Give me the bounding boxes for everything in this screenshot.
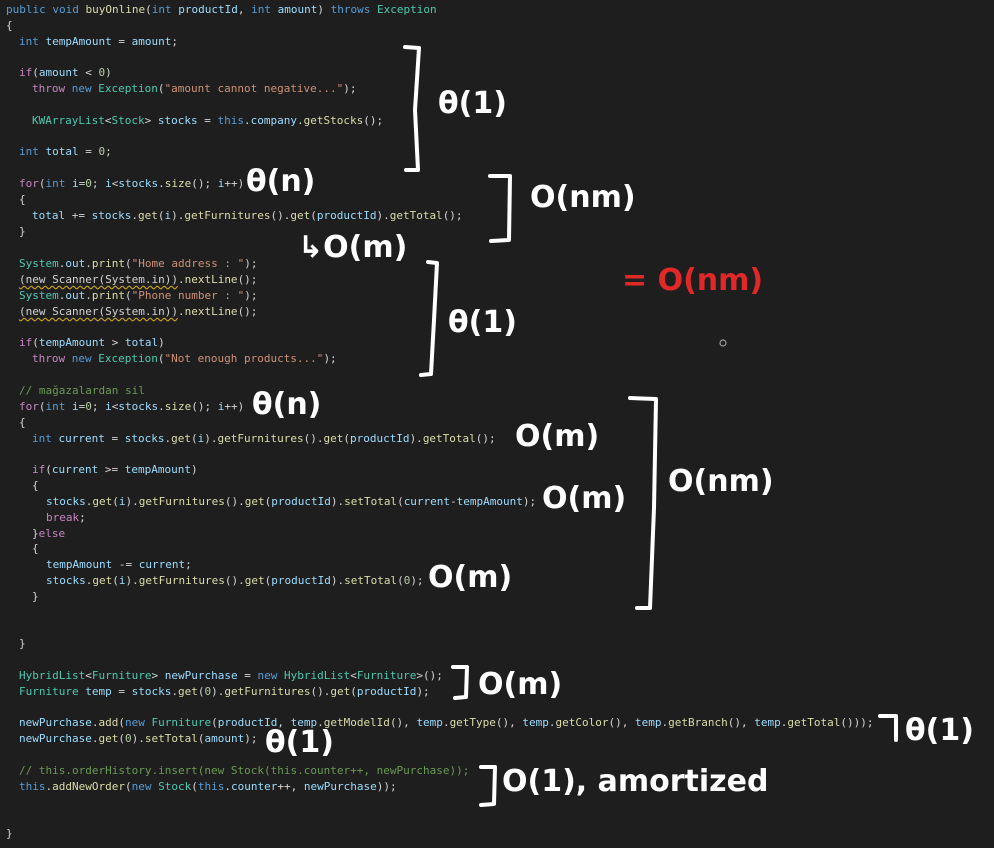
complexity-note: O(nm) <box>668 464 774 499</box>
complexity-note: O(m) <box>542 481 626 516</box>
complexity-note: O(m) <box>478 667 562 702</box>
bracket-addneworder <box>479 765 497 807</box>
bracket-onm-loop2 <box>628 396 658 610</box>
complexity-note: θ(1) <box>265 725 334 760</box>
complexity-note: θ(n) <box>246 164 315 199</box>
bracket-onm-loop1 <box>488 174 512 243</box>
complexity-note: = O(nm) <box>622 263 763 298</box>
complexity-note: θ(n) <box>252 387 321 422</box>
complexity-note: θ(1) <box>448 305 517 340</box>
bracket-theta1-top <box>403 45 421 172</box>
complexity-note: θ(1) <box>905 713 974 748</box>
complexity-note: O(m) <box>428 560 512 595</box>
complexity-note: O(m) <box>515 419 599 454</box>
bracket-theta1-io <box>419 260 439 377</box>
complexity-note: ↳O(m) <box>298 230 407 265</box>
handwritten-annotations: θ(1) θ(n) O(nm) ↳O(m) = O(nm) θ(1) θ(n) O(m) O(n… <box>246 45 974 807</box>
bracket-hybridlist <box>451 665 469 700</box>
complexity-note: O(nm) <box>530 180 636 215</box>
complexity-note: O(1), amortized <box>502 764 768 799</box>
cursor-dot <box>719 339 727 347</box>
bracket-add <box>878 714 898 742</box>
complexity-note: θ(1) <box>438 86 507 121</box>
